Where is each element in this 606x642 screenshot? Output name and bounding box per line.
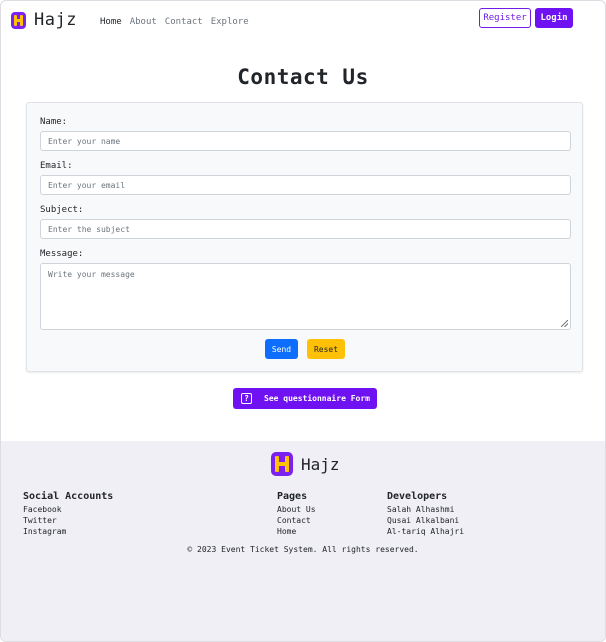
footer-link-about[interactable]: About Us xyxy=(277,504,316,515)
hajz-logo-icon xyxy=(11,11,26,29)
copyright: © 2023 Event Ticket System. All rights r… xyxy=(187,545,419,554)
footer-social: Social Accounts Facebook Twitter Instagr… xyxy=(23,491,113,537)
developer-name: Salah Alhashmi xyxy=(387,505,455,514)
footer-pages-title: Pages xyxy=(277,491,308,502)
footer-developers: Developers Salah Alhashmi Qusai Alkalban… xyxy=(387,491,464,537)
contact-form: Name: Enter your name Email: Enter your … xyxy=(26,102,583,372)
footer-brand-name: Hajz xyxy=(301,454,340,474)
footer-social-title: Social Accounts xyxy=(23,491,114,502)
nav-link-contact[interactable]: Contact xyxy=(165,17,203,27)
message-placeholder: Write your message xyxy=(48,270,135,279)
footer-link-home[interactable]: Home xyxy=(277,526,316,537)
page: Hajz Home About Contact Explore Register… xyxy=(0,0,606,642)
hajz-logo-icon xyxy=(271,452,293,476)
email-input[interactable]: Enter your email xyxy=(40,175,571,195)
message-label: Message: xyxy=(40,249,84,259)
footer-developers-title: Developers xyxy=(387,491,448,502)
footer-link-twitter[interactable]: Twitter xyxy=(23,515,113,526)
reset-button[interactable]: Reset xyxy=(307,339,345,359)
message-textarea[interactable]: Write your message xyxy=(40,263,571,330)
nav-link-home[interactable]: Home xyxy=(100,17,122,27)
footer-link-instagram[interactable]: Instagram xyxy=(23,526,113,537)
login-button[interactable]: Login xyxy=(535,8,573,28)
footer-link-contact[interactable]: Contact xyxy=(277,515,316,526)
nav-link-explore[interactable]: Explore xyxy=(211,17,249,27)
footer-link-facebook[interactable]: Facebook xyxy=(23,504,113,515)
developer-name: Al-tariq Alhajri xyxy=(387,527,465,536)
name-input[interactable]: Enter your name xyxy=(40,131,571,151)
question-icon: ? xyxy=(241,393,252,404)
nav-link-about[interactable]: About xyxy=(130,17,157,27)
questionnaire-label: See questionnaire Form xyxy=(264,394,370,403)
register-button[interactable]: Register xyxy=(479,8,531,28)
email-label: Email: xyxy=(40,161,73,171)
subject-input[interactable]: Enter the subject xyxy=(40,219,571,239)
navbar: Hajz Home About Contact Explore Register… xyxy=(1,1,605,41)
brand[interactable]: Hajz xyxy=(11,10,77,30)
footer: Hajz Social Accounts Facebook Twitter In… xyxy=(1,441,605,641)
resize-handle-icon[interactable] xyxy=(561,320,568,327)
subject-label: Subject: xyxy=(40,205,84,215)
questionnaire-button[interactable]: ? See questionnaire Form xyxy=(233,388,377,409)
footer-pages: Pages About Us Contact Home xyxy=(277,491,316,537)
send-button[interactable]: Send xyxy=(265,339,298,359)
page-title: Contact Us xyxy=(237,65,369,89)
nav-links: Home About Contact Explore xyxy=(100,17,249,27)
developer-name: Qusai Alkalbani xyxy=(387,516,460,525)
name-label: Name: xyxy=(40,117,68,127)
brand-name: Hajz xyxy=(34,10,77,30)
footer-brand: Hajz xyxy=(271,452,340,476)
